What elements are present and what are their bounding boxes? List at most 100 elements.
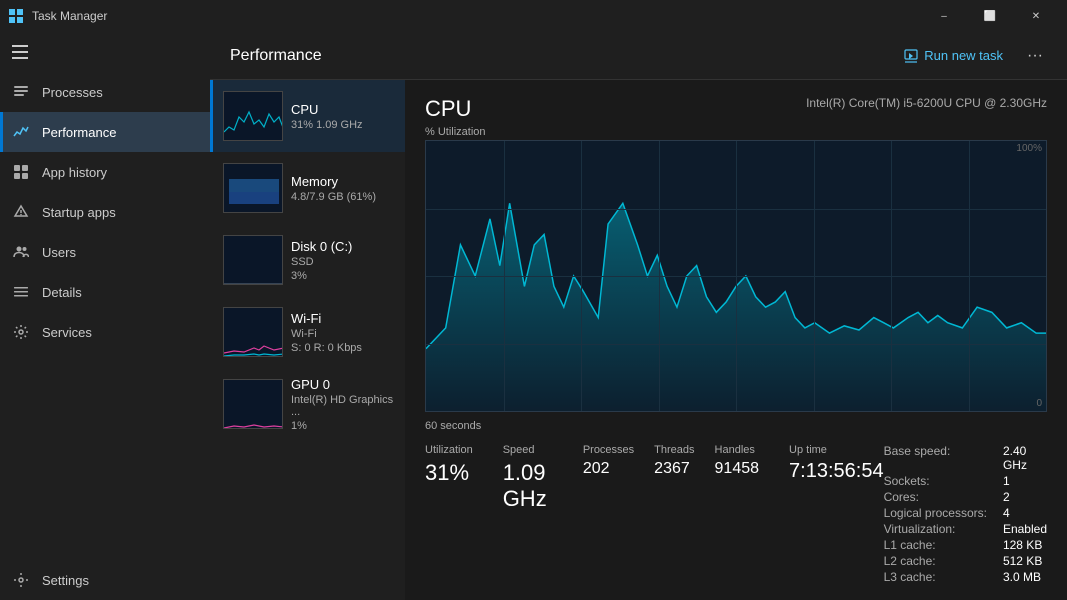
base-speed-key: Base speed:	[884, 444, 987, 472]
wifi-device-sub2: S: 0 R: 0 Kbps	[291, 342, 395, 354]
settings-icon	[12, 571, 30, 589]
cpu-info: CPU 31% 1.09 GHz	[291, 102, 395, 131]
device-item-wifi[interactable]: Wi-Fi Wi-Fi S: 0 R: 0 Kbps	[210, 296, 405, 368]
sidebar-item-services[interactable]: Services	[0, 312, 210, 352]
memory-device-name: Memory	[291, 174, 395, 189]
cpu-detail-panel: CPU Intel(R) Core(TM) i5-6200U CPU @ 2.3…	[405, 80, 1067, 600]
cpu-device-name: CPU	[291, 102, 395, 117]
gpu-mini-thumb	[223, 379, 283, 429]
stat-handles: Handles 91458	[715, 444, 760, 478]
sidebar-item-processes[interactable]: Processes	[0, 72, 210, 112]
base-speed-val: 2.40 GHz	[1003, 444, 1047, 472]
util-value: 31%	[425, 460, 473, 486]
l3-val: 3.0 MB	[1003, 570, 1047, 584]
sidebar-item-performance[interactable]: Performance	[0, 112, 210, 152]
title-bar-text: Task Manager	[32, 9, 913, 23]
sidebar: Processes Performance App history	[0, 32, 210, 600]
more-options-button[interactable]: ···	[1023, 43, 1047, 69]
disk-info: Disk 0 (C:) SSD 3%	[291, 239, 395, 282]
performance-icon	[12, 123, 30, 141]
run-new-task-button[interactable]: Run new task	[896, 44, 1011, 67]
threads-value: 2367	[654, 460, 694, 478]
stat-utilization: Utilization 31%	[425, 444, 473, 584]
main-content: Performance Run new task ···	[210, 32, 1067, 600]
sidebar-label-settings: Settings	[42, 573, 89, 588]
sidebar-item-users[interactable]: Users	[0, 232, 210, 272]
grid-line-v5	[814, 141, 815, 411]
wifi-mini-thumb	[223, 307, 283, 357]
sidebar-label-performance: Performance	[42, 125, 116, 140]
memory-device-sub: 4.8/7.9 GB (61%)	[291, 191, 395, 203]
sockets-val: 1	[1003, 474, 1047, 488]
disk-device-sub2: 3%	[291, 270, 395, 282]
users-icon	[12, 243, 30, 261]
disk-device-sub1: SSD	[291, 256, 395, 268]
wifi-info: Wi-Fi Wi-Fi S: 0 R: 0 Kbps	[291, 311, 395, 354]
grid-line-v3	[659, 141, 660, 411]
stat-speed: Speed 1.09 GHz	[503, 444, 553, 584]
app-container: Processes Performance App history	[0, 32, 1067, 600]
graph-max-label: 100%	[1016, 143, 1042, 154]
processes-icon	[12, 83, 30, 101]
speed-value: 1.09 GHz	[503, 460, 553, 512]
stat-uptime: Up time 7:13:56:54	[789, 444, 884, 584]
cpu-device-sub: 31% 1.09 GHz	[291, 119, 395, 131]
cores-key: Cores:	[884, 490, 987, 504]
gpu-device-sub1: Intel(R) HD Graphics ...	[291, 394, 395, 418]
sidebar-item-settings[interactable]: Settings	[0, 560, 210, 600]
cpu-specs: Base speed: 2.40 GHz Sockets: 1 Cores: 2…	[884, 444, 1047, 584]
sidebar-label-processes: Processes	[42, 85, 103, 100]
l2-val: 512 KB	[1003, 554, 1047, 568]
virtualization-val: Enabled	[1003, 522, 1047, 536]
maximize-button[interactable]: ⬜	[967, 0, 1013, 32]
app-icon	[8, 8, 24, 24]
mem-mini-thumb	[223, 163, 283, 213]
device-item-memory[interactable]: Memory 4.8/7.9 GB (61%)	[210, 152, 405, 224]
disk-mini-thumb	[223, 235, 283, 285]
stat-threads: Threads 2367	[654, 444, 694, 478]
minimize-button[interactable]: –	[921, 0, 967, 32]
performance-container: CPU 31% 1.09 GHz Memory	[210, 80, 1067, 600]
l3-key: L3 cache:	[884, 570, 987, 584]
device-item-gpu[interactable]: GPU 0 Intel(R) HD Graphics ... 1%	[210, 368, 405, 440]
uptime-label: Up time	[789, 444, 884, 456]
title-bar: Task Manager – ⬜ ✕	[0, 0, 1067, 32]
hamburger-icon	[12, 45, 28, 59]
wifi-device-name: Wi-Fi	[291, 311, 395, 326]
l1-val: 128 KB	[1003, 538, 1047, 552]
device-list: CPU 31% 1.09 GHz Memory	[210, 80, 405, 600]
window-controls: – ⬜ ✕	[921, 0, 1059, 32]
disk-device-name: Disk 0 (C:)	[291, 239, 395, 254]
gpu-device-name: GPU 0	[291, 377, 395, 392]
details-icon	[12, 283, 30, 301]
sidebar-item-details[interactable]: Details	[0, 272, 210, 312]
sidebar-toggle[interactable]	[0, 32, 210, 72]
gpu-device-sub2: 1%	[291, 420, 395, 432]
proc-value: 202	[583, 460, 634, 478]
run-task-icon	[904, 49, 918, 63]
cpu-mini-thumb	[223, 91, 283, 141]
memory-info: Memory 4.8/7.9 GB (61%)	[291, 174, 395, 203]
device-item-disk[interactable]: Disk 0 (C:) SSD 3%	[210, 224, 405, 296]
sidebar-label-startup: Startup apps	[42, 205, 116, 220]
header-actions: Run new task ···	[896, 43, 1047, 69]
sidebar-item-startup[interactable]: Startup apps	[0, 192, 210, 232]
grid-line-v2	[581, 141, 582, 411]
sidebar-label-app-history: App history	[42, 165, 107, 180]
sidebar-label-services: Services	[42, 325, 92, 340]
services-icon	[12, 323, 30, 341]
sockets-key: Sockets:	[884, 474, 987, 488]
close-button[interactable]: ✕	[1013, 0, 1059, 32]
run-new-task-label: Run new task	[924, 48, 1003, 63]
startup-icon	[12, 203, 30, 221]
device-item-cpu[interactable]: CPU 31% 1.09 GHz	[210, 80, 405, 152]
grid-line-v6	[891, 141, 892, 411]
threads-label: Threads	[654, 444, 694, 456]
handles-label: Handles	[715, 444, 760, 456]
gpu-info: GPU 0 Intel(R) HD Graphics ... 1%	[291, 377, 395, 432]
cpu-util-label: % Utilization	[425, 126, 1047, 138]
sidebar-spacer	[0, 352, 210, 560]
graph-min-label: 0	[1036, 398, 1042, 409]
sidebar-item-app-history[interactable]: App history	[0, 152, 210, 192]
app-history-icon	[12, 163, 30, 181]
